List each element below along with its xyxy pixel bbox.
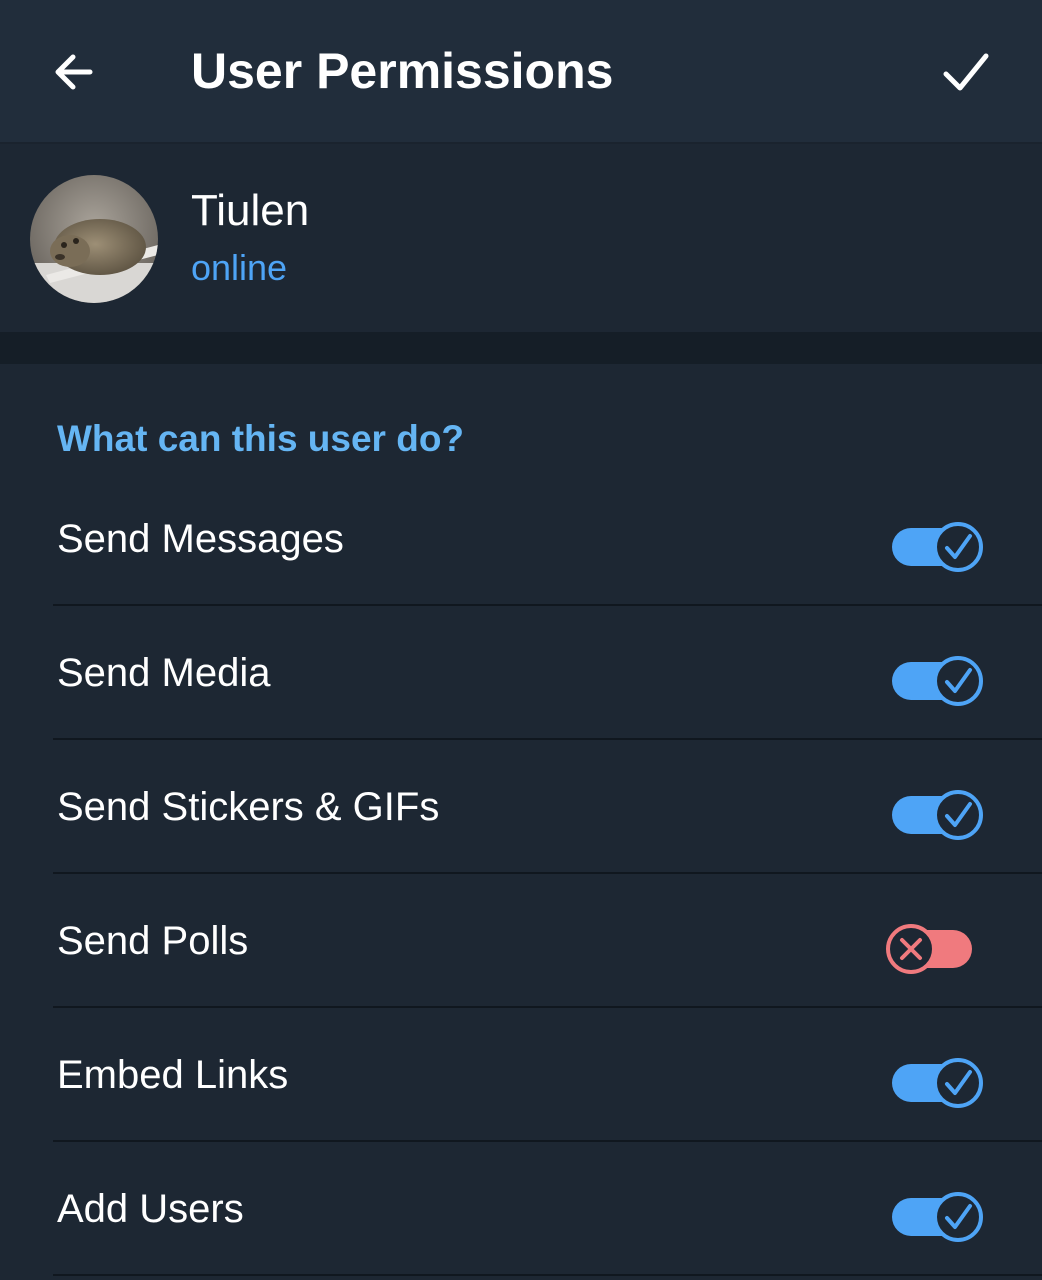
toggle-on-icon <box>892 790 983 840</box>
permission-label: Send Polls <box>57 918 249 963</box>
section-divider <box>0 332 1042 364</box>
user-status: online <box>191 247 288 288</box>
permission-row-send-polls[interactable]: Send Polls <box>0 874 1042 1008</box>
permission-label: Send Messages <box>57 516 344 561</box>
send-messages-toggle[interactable] <box>880 472 990 606</box>
row-divider <box>53 1274 1042 1276</box>
toggle-on-icon <box>892 522 983 572</box>
permission-row-send-media[interactable]: Send Media <box>0 606 1042 740</box>
user-profile: Tiulen online <box>0 144 1042 332</box>
send-stickers-gifs-toggle[interactable] <box>880 740 990 874</box>
send-media-toggle[interactable] <box>880 606 990 740</box>
toggle-off-icon <box>886 924 972 974</box>
arrow-left-icon <box>55 54 93 90</box>
permission-row-add-users[interactable]: Add Users <box>0 1142 1042 1276</box>
permission-label: Embed Links <box>57 1052 289 1097</box>
add-users-toggle[interactable] <box>880 1142 990 1276</box>
checkmark-icon <box>943 53 989 91</box>
permission-label: Send Media <box>57 650 271 695</box>
back-button[interactable] <box>36 34 112 110</box>
permission-label: Send Stickers & GIFs <box>57 784 440 829</box>
permission-label: Add Users <box>57 1186 244 1231</box>
avatar[interactable] <box>30 175 158 303</box>
user-name: Tiulen <box>191 186 310 235</box>
permission-row-send-messages[interactable]: Send Messages <box>0 472 1042 606</box>
top-app-bar: User Permissions <box>0 0 1042 144</box>
toggle-on-icon <box>892 1192 983 1242</box>
done-button[interactable] <box>926 32 1006 112</box>
toggle-on-icon <box>892 656 983 706</box>
permission-row-embed-links[interactable]: Embed Links <box>0 1008 1042 1142</box>
permissions-section: What can this user do? Send Messages Sen… <box>0 364 1042 1280</box>
permission-row-send-stickers-gifs[interactable]: Send Stickers & GIFs <box>0 740 1042 874</box>
section-title: What can this user do? <box>57 418 465 459</box>
embed-links-toggle[interactable] <box>880 1008 990 1142</box>
toggle-on-icon <box>892 1058 983 1108</box>
page-title: User Permissions <box>191 43 614 99</box>
send-polls-toggle[interactable] <box>880 874 990 1008</box>
